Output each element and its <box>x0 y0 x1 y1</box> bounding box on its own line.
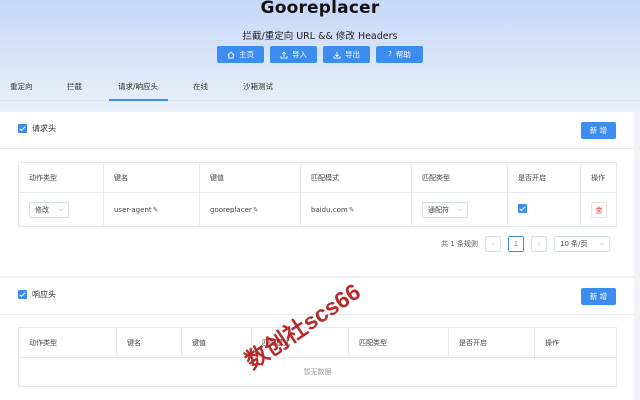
rule-enabled-checkbox[interactable] <box>518 204 527 213</box>
response-headers-header: 响应头 <box>18 289 56 300</box>
column-header: 匹配模式 <box>251 327 349 358</box>
next-page-button[interactable]: › <box>531 236 547 252</box>
page-size-value: 10 条/页 <box>560 240 588 248</box>
column-header: 是否开启 <box>448 327 535 358</box>
active-tab-indicator <box>109 99 168 101</box>
request-headers-table: 动作类型 键名 键值 匹配模式 匹配类型 是否开启 操作 修改 ⌵ user-a… <box>18 162 617 227</box>
home-button-label: 主页 <box>239 50 254 59</box>
request-headers-header: 请求头 <box>18 123 56 134</box>
header-value: gooreplacer <box>210 205 252 214</box>
match-type-value: 通配符 <box>428 205 449 214</box>
chevron-down-icon: ⌵ <box>58 205 63 213</box>
column-header: 动作类型 <box>18 327 117 358</box>
empty-state: 暂无数据 <box>18 357 617 387</box>
tab-block[interactable]: 拦截 <box>67 81 82 101</box>
edit-icon[interactable]: ✎ <box>349 206 355 214</box>
page-number[interactable]: 1 <box>508 236 524 252</box>
request-headers-toggle[interactable] <box>18 124 27 133</box>
response-headers-title: 响应头 <box>32 290 56 299</box>
column-header: 键值 <box>199 162 301 193</box>
edit-icon[interactable]: ✎ <box>253 206 259 214</box>
edit-icon[interactable]: ✎ <box>153 206 159 214</box>
table-header-row: 动作类型 键名 键值 匹配模式 匹配类型 是否开启 操作 <box>18 162 617 193</box>
trash-icon <box>596 206 602 214</box>
table-empty-row: 暂无数据 <box>18 357 617 387</box>
upload-icon <box>280 51 288 58</box>
request-headers-card: 请求头 新 增 动作类型 键名 键值 匹配模式 匹配类型 是否开启 操作 修改 … <box>0 112 634 276</box>
help-button-label: 帮助 <box>395 50 411 59</box>
delete-rule-button[interactable] <box>591 201 607 218</box>
action-type-select[interactable]: 修改 ⌵ <box>29 201 69 218</box>
table-header-row: 动作类型 键名 键值 匹配模式 匹配类型 是否开启 操作 <box>18 327 617 358</box>
response-card-divider <box>0 314 634 315</box>
column-header: 键名 <box>103 162 200 193</box>
home-icon <box>227 51 235 58</box>
response-headers-toggle[interactable] <box>18 290 27 299</box>
column-header: 是否开启 <box>507 162 581 193</box>
export-button-label: 导出 <box>345 50 360 59</box>
app-subtitle: 拦截/重定向 URL && 修改 Headers <box>242 31 398 42</box>
column-header: 动作类型 <box>18 162 104 193</box>
app-title: Gooreplacer <box>260 0 380 18</box>
header-toolbar: 主页 导入 导出 ? 帮助 <box>0 46 640 63</box>
column-header: 键值 <box>181 327 252 358</box>
column-header: 键名 <box>116 327 182 358</box>
tab-online[interactable]: 在线 <box>193 81 208 101</box>
chevron-down-icon: ⌵ <box>457 205 462 213</box>
tab-redirect[interactable]: 重定向 <box>10 81 33 101</box>
help-button[interactable]: ? 帮助 <box>376 46 423 63</box>
tab-sandbox[interactable]: 沙箱测试 <box>243 81 273 101</box>
column-header: 操作 <box>580 162 617 193</box>
column-header: 匹配类型 <box>411 162 508 193</box>
chevron-down-icon: ⌵ <box>599 240 604 247</box>
tab-headers[interactable]: 请求/响应头 <box>118 81 158 101</box>
home-button[interactable]: 主页 <box>217 46 264 63</box>
column-header: 操作 <box>534 327 617 358</box>
add-request-header-button[interactable]: 新 增 <box>581 122 616 139</box>
request-headers-title: 请求头 <box>32 124 56 133</box>
add-response-header-button[interactable]: 新 增 <box>581 288 616 305</box>
response-headers-table: 动作类型 键名 键值 匹配模式 匹配类型 是否开启 操作 暂无数据 <box>18 327 617 387</box>
column-header: 匹配模式 <box>300 162 412 193</box>
match-type-select[interactable]: 通配符 ⌵ <box>422 201 468 218</box>
export-button[interactable]: 导出 <box>323 46 370 63</box>
column-header: 匹配类型 <box>348 327 449 358</box>
total-count: 共 1 条规则 <box>441 240 478 248</box>
page-size-select[interactable]: 10 条/页 ⌵ <box>554 236 610 252</box>
tab-bar: 重定向 拦截 请求/响应头 在线 沙箱测试 <box>0 77 640 101</box>
header-key: user-agent <box>114 205 152 214</box>
action-type-value: 修改 <box>35 205 49 214</box>
response-headers-card: 响应头 新 增 动作类型 键名 键值 匹配模式 匹配类型 是否开启 操作 暂无数… <box>0 278 634 400</box>
request-card-divider <box>0 148 634 149</box>
table-row: 修改 ⌵ user-agent✎ gooreplacer✎ baidu.com✎… <box>18 192 617 227</box>
match-pattern: baidu.com <box>311 205 348 214</box>
import-button-label: 导入 <box>292 50 307 59</box>
question-icon: ? <box>388 50 392 58</box>
import-button[interactable]: 导入 <box>270 46 317 63</box>
prev-page-button[interactable]: ‹ <box>485 236 501 252</box>
download-icon <box>333 51 341 58</box>
pagination: 共 1 条规则 ‹ 1 › 10 条/页 ⌵ <box>441 236 610 252</box>
